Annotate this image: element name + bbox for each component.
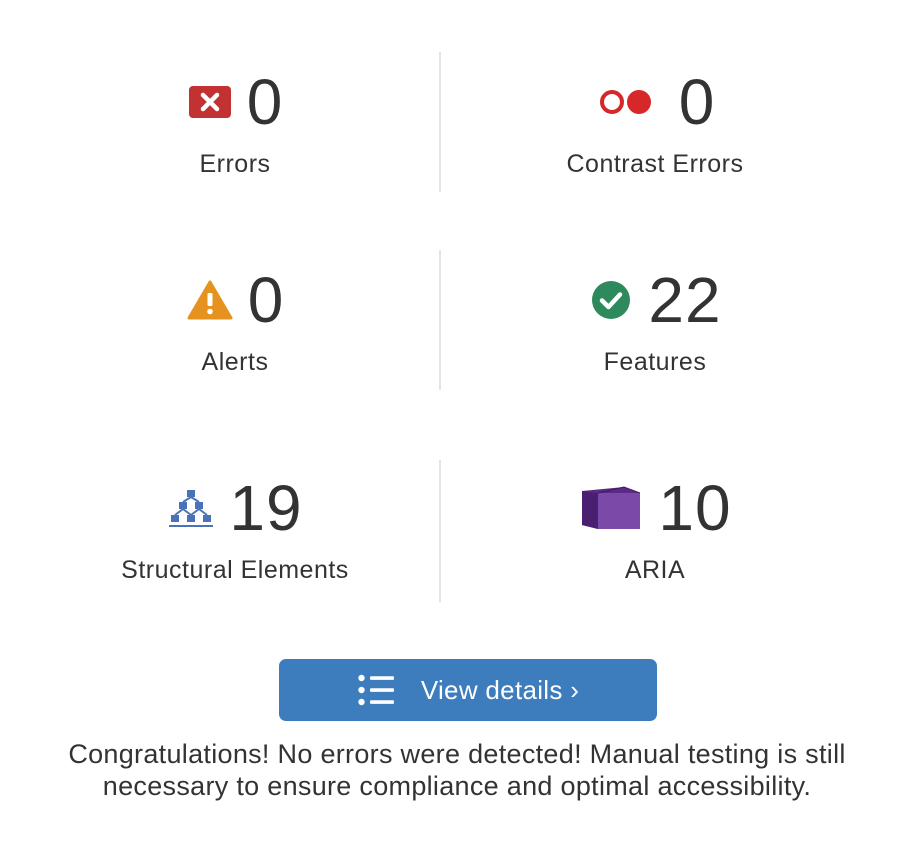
errors-metric: 0 (30, 60, 440, 144)
contrast-errors-cell: 0 Contrast Errors (450, 60, 860, 200)
alerts-label: Alerts (201, 348, 269, 376)
structural-elements-label: Structural Elements (121, 556, 349, 584)
alerts-metric: 0 (30, 258, 440, 342)
list-icon (357, 674, 395, 706)
contrast-errors-metric: 0 (450, 60, 860, 144)
view-details-label: View details › (420, 674, 580, 705)
alert-triangle-icon (186, 279, 234, 321)
errors-cell: 0 Errors (30, 60, 440, 200)
contrast-icon (595, 85, 665, 119)
features-cell: 22 Features (450, 258, 860, 398)
alerts-count: 0 (247, 264, 285, 336)
aria-count: 10 (658, 472, 732, 544)
features-count: 22 (648, 264, 722, 336)
view-details-button[interactable]: View details › (279, 659, 657, 721)
column-divider (439, 52, 441, 192)
aria-label: ARIA (624, 556, 686, 584)
summary-row-2: 0 Alerts 22 Features (30, 250, 860, 408)
column-divider (439, 250, 441, 390)
aria-cell: 10 ARIA (450, 466, 860, 606)
errors-label: Errors (199, 150, 271, 178)
alerts-cell: 0 Alerts (30, 258, 440, 398)
aria-cube-icon (578, 485, 644, 531)
structural-elements-count: 19 (229, 472, 303, 544)
structural-elements-metric: 19 (30, 466, 440, 550)
column-divider (439, 460, 441, 602)
contrast-errors-label: Contrast Errors (566, 150, 744, 178)
congratulations-message: Congratulations! No errors were detected… (68, 739, 846, 801)
contrast-errors-count: 0 (678, 66, 716, 138)
summary-row-1: 0 Errors 0 Contrast Errors (30, 52, 860, 210)
summary-row-3: 19 Structural Elements 10 ARIA (30, 460, 860, 616)
structure-icon (167, 488, 215, 528)
features-label: Features (603, 348, 707, 376)
error-x-icon (187, 82, 233, 122)
structural-elements-cell: 19 Structural Elements (30, 466, 440, 606)
check-circle-icon (588, 277, 634, 323)
aria-metric: 10 (450, 466, 860, 550)
errors-count: 0 (246, 66, 284, 138)
features-metric: 22 (450, 258, 860, 342)
